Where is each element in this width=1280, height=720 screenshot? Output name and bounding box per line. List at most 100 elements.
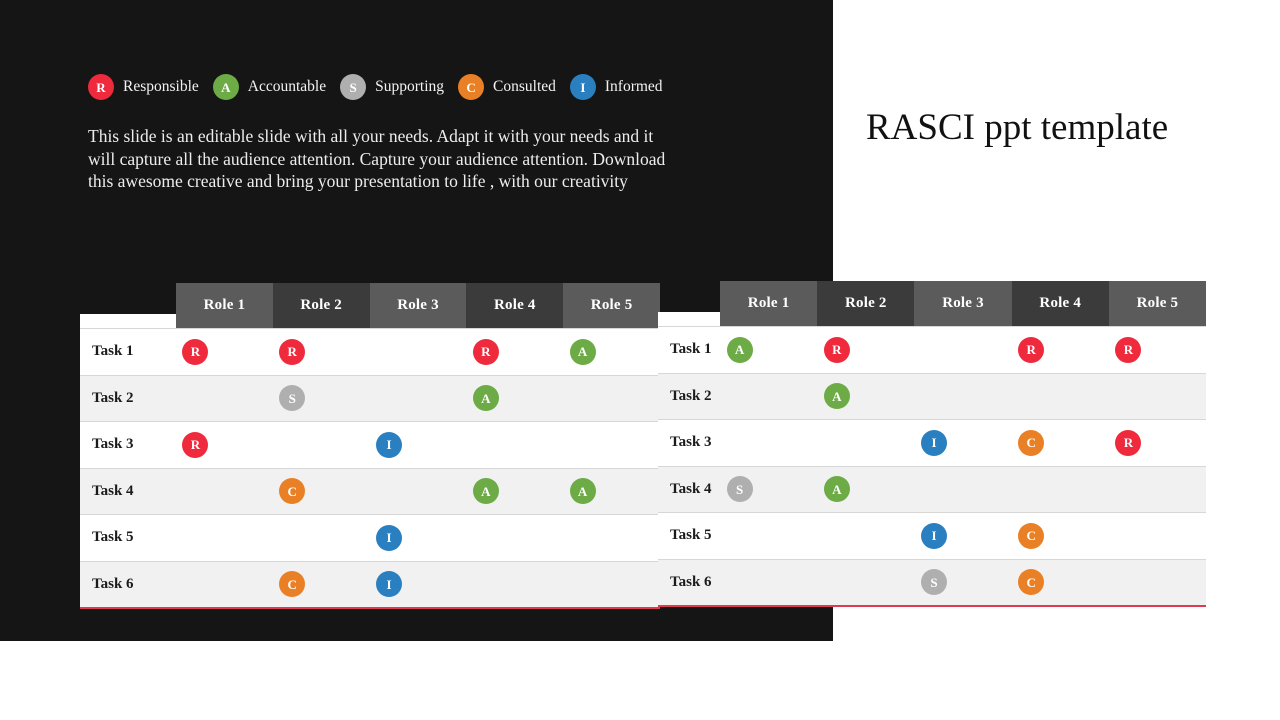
task-label: Task 1 bbox=[92, 343, 134, 360]
matrix-cell bbox=[563, 515, 660, 561]
matrix-cell bbox=[720, 513, 817, 559]
matrix-cell bbox=[817, 560, 914, 606]
matrix-cell bbox=[176, 562, 273, 608]
role-badge-a-icon: A bbox=[726, 336, 753, 363]
matrix-cell bbox=[1109, 560, 1206, 606]
table-row: Task 2 A bbox=[658, 372, 1206, 420]
role-badge-r-icon: R bbox=[472, 338, 499, 365]
role-badge-s-icon: S bbox=[279, 385, 306, 412]
table-row: Task 4 C A A bbox=[80, 467, 660, 515]
matrix-cell: I bbox=[370, 422, 467, 468]
role-badge-a-icon: A bbox=[472, 385, 499, 412]
matrix-cell: R bbox=[176, 329, 273, 375]
legend-item-consulted: C Consulted bbox=[458, 74, 556, 100]
matrix-cell bbox=[817, 420, 914, 466]
matrix-cell: A bbox=[466, 469, 563, 515]
table-row: Task 3 I C R bbox=[658, 419, 1206, 466]
matrix-cell bbox=[1109, 513, 1206, 559]
role-badge-r-icon: R bbox=[1115, 336, 1142, 363]
role-column-header: Role 5 bbox=[563, 283, 660, 328]
matrix-cell: C bbox=[273, 562, 370, 608]
matrix-right-body: Task 1 A R R R Task 2 A Task 3 I C R Task 4 S A Task 5… bbox=[658, 326, 1206, 607]
role-badge-r-icon: R bbox=[182, 431, 209, 458]
matrix-cell bbox=[466, 422, 563, 468]
matrix-cell: R bbox=[817, 327, 914, 373]
matrix-cell bbox=[914, 467, 1011, 513]
matrix-cell: C bbox=[1012, 560, 1109, 606]
rasci-matrix-right: Role 1 Role 2 Role 3 Role 4 Role 5 Task 1ARR… bbox=[658, 281, 1207, 607]
matrix-cell bbox=[176, 469, 273, 515]
role-badge-c-icon: C bbox=[279, 478, 306, 505]
matrix-cell bbox=[563, 422, 660, 468]
legend-label: Accountable bbox=[247, 78, 327, 95]
role-column-header: Role 4 bbox=[1011, 281, 1109, 326]
legend-item-informed: I Informed bbox=[569, 74, 663, 100]
task-label: Task 4 bbox=[670, 480, 712, 497]
rasci-legend: R Responsible A Accountable S Supporting C Cons… bbox=[88, 73, 677, 101]
matrix-cell bbox=[563, 562, 660, 608]
legend-badge-c-icon: C bbox=[458, 74, 485, 100]
table-row: Task 1 R R R A bbox=[80, 328, 660, 375]
task-label: Task 5 bbox=[92, 529, 134, 546]
matrix-cell bbox=[563, 376, 660, 422]
matrix-cell: A bbox=[817, 467, 914, 513]
matrix-left-body: Task 1 R R R A Task 2 S A Task 3 R I Task 4 C A A Task … bbox=[80, 328, 660, 609]
role-badge-r-icon: R bbox=[1018, 336, 1045, 363]
matrix-cell: I bbox=[370, 562, 467, 608]
matrix-cell: A bbox=[563, 329, 660, 375]
role-badge-a-icon: A bbox=[823, 383, 850, 410]
matrix-cell bbox=[1109, 374, 1206, 420]
table-row: Task 5 I bbox=[80, 514, 660, 561]
task-label: Task 6 bbox=[92, 575, 134, 592]
role-column-header: Role 4 bbox=[466, 283, 564, 328]
role-badge-a-icon: A bbox=[823, 476, 850, 503]
matrix-cell: R bbox=[176, 422, 273, 468]
matrix-cell: S bbox=[914, 560, 1011, 606]
matrix-cell: A bbox=[466, 376, 563, 422]
matrix-cell bbox=[817, 513, 914, 559]
task-label: Task 2 bbox=[670, 387, 712, 404]
matrix-cell: I bbox=[914, 420, 1011, 466]
role-badge-a-icon: A bbox=[472, 478, 499, 505]
role-badge-r-icon: R bbox=[823, 336, 850, 363]
role-badge-r-icon: R bbox=[182, 338, 209, 365]
legend-label: Informed bbox=[604, 78, 663, 95]
matrix-cell: C bbox=[273, 469, 370, 515]
role-column-header: Role 3 bbox=[914, 281, 1012, 326]
task-label: Task 2 bbox=[92, 389, 134, 406]
matrix-cell bbox=[720, 374, 817, 420]
matrix-cell bbox=[370, 329, 467, 375]
role-column-header: Role 5 bbox=[1108, 281, 1207, 326]
role-badge-r-icon: R bbox=[279, 338, 306, 365]
task-label: Task 6 bbox=[670, 573, 712, 590]
table-row: Task 6 C I bbox=[80, 560, 660, 608]
matrix-cell bbox=[466, 562, 563, 608]
task-label: Task 1 bbox=[670, 341, 712, 358]
matrix-cell: R bbox=[1109, 420, 1206, 466]
task-label: Task 5 bbox=[670, 527, 712, 544]
matrix-cell bbox=[1109, 467, 1206, 513]
matrix-cell: C bbox=[1012, 513, 1109, 559]
role-badge-a-icon: A bbox=[569, 478, 596, 505]
legend-label: Responsible bbox=[123, 78, 199, 95]
role-badge-i-icon: I bbox=[375, 571, 402, 598]
legend-label: Consulted bbox=[493, 78, 556, 95]
role-column-header: Role 2 bbox=[272, 283, 370, 328]
matrix-cell bbox=[1012, 467, 1109, 513]
role-badge-i-icon: I bbox=[375, 524, 402, 551]
role-badge-i-icon: I bbox=[921, 522, 947, 549]
role-badge-i-icon: I bbox=[921, 429, 947, 456]
role-column-header: Role 1 bbox=[176, 283, 273, 328]
role-badge-a-icon: A bbox=[569, 338, 596, 365]
role-badge-s-icon: S bbox=[921, 569, 947, 596]
matrix-cell: S bbox=[273, 376, 370, 422]
table-row: Task 4 S A bbox=[658, 465, 1206, 513]
matrix-cell bbox=[720, 420, 817, 466]
matrix-cell bbox=[370, 469, 467, 515]
matrix-left-header: Role 1 Role 2 Role 3 Role 4 Role 5 bbox=[80, 283, 660, 328]
table-row: Task 3 R I bbox=[80, 421, 660, 468]
table-row: Task 2 S A bbox=[80, 374, 660, 422]
matrix-cell bbox=[176, 515, 273, 561]
legend-badge-s-icon: S bbox=[340, 74, 367, 100]
role-badge-c-icon: C bbox=[279, 571, 306, 598]
